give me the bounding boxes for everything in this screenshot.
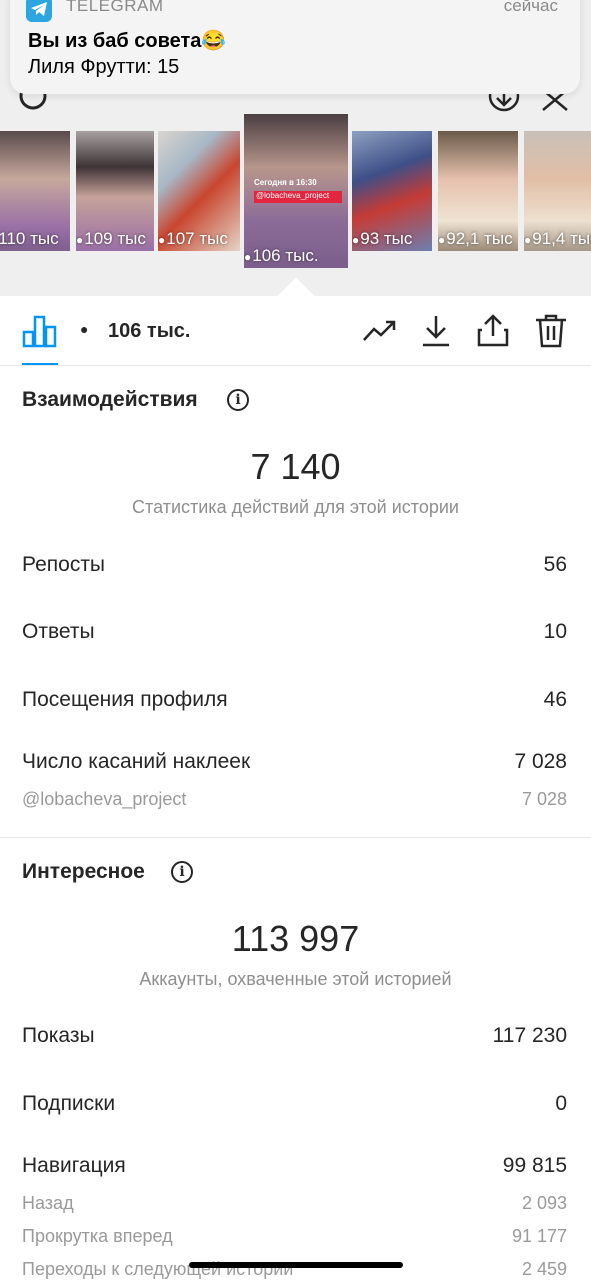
- thumbnail-views: ●106 тыс.: [244, 246, 319, 265]
- notification-app-name: TELEGRAM: [66, 0, 164, 15]
- stat-sublabel: Назад: [22, 1193, 74, 1213]
- story-thumbnail[interactable]: ●109 тыс: [76, 131, 154, 251]
- thumbnail-tag: @lobacheva_project: [254, 191, 342, 203]
- bar-chart-icon[interactable]: [22, 314, 58, 348]
- stat-label: Навигация: [22, 1154, 126, 1177]
- stat-row: Навигация 99 815: [22, 1154, 567, 1184]
- thumbnail-views: ●109 тыс: [76, 229, 146, 248]
- stat-label: Ответы: [22, 620, 95, 643]
- notification-time: сейчас: [503, 0, 558, 15]
- stat-row: Число касаний наклеек 7 028: [22, 750, 567, 780]
- interactions-caption: Статистика действий для этой истории: [132, 497, 459, 517]
- discovery-total: 113 997: [231, 918, 360, 959]
- stat-label: Число касаний наклеек: [22, 750, 251, 773]
- views-count: 106 тыс.: [108, 320, 191, 342]
- eye-icon: ●: [524, 233, 532, 247]
- stat-value: 56: [543, 553, 567, 576]
- thumbnail-caption: Сегодня в 16:30: [254, 178, 317, 187]
- stat-value: 117 230: [492, 1024, 567, 1047]
- story-thumbnail[interactable]: ●92,1 тыс: [438, 131, 518, 251]
- active-tab-underline: [22, 363, 58, 365]
- stat-row: Репосты 56: [22, 553, 567, 583]
- thumbnail-views: ●110 тыс: [0, 229, 59, 248]
- stat-label: Подписки: [22, 1092, 116, 1115]
- stat-sublabel: @lobacheva_project: [22, 789, 187, 809]
- stat-label: Посещения профиля: [22, 688, 228, 711]
- story-thumbnail[interactable]: ●110 тыс: [0, 131, 70, 251]
- story-thumbnails: ●110 тыс ●109 тыс ●107 тыс Сегодня в 16:…: [0, 114, 591, 271]
- home-indicator[interactable]: [189, 1262, 403, 1268]
- eye-icon: ●: [352, 233, 360, 247]
- notification-body: Лиля Фрутти: 15: [28, 56, 180, 78]
- eye-icon: ●: [438, 233, 446, 247]
- stat-subvalue: 2 459: [521, 1259, 567, 1279]
- info-icon[interactable]: i: [227, 389, 249, 411]
- discovery-title: Интересное: [22, 860, 145, 883]
- stat-subrow: Назад 2 093: [22, 1193, 567, 1223]
- stat-row: Ответы 10: [22, 620, 567, 650]
- thumbnail-views: ●93 тыс: [352, 229, 413, 248]
- stat-value: 10: [543, 620, 567, 643]
- discovery-caption: Аккаунты, охваченные этой историей: [139, 969, 452, 989]
- interactions-title: Взаимодействия: [22, 388, 198, 411]
- stat-label: Показы: [22, 1024, 95, 1047]
- eye-icon: ●: [158, 233, 166, 247]
- trend-icon[interactable]: [362, 314, 398, 348]
- section-divider: [0, 837, 591, 838]
- stat-row: Посещения профиля 46: [22, 688, 567, 718]
- story-thumbnail[interactable]: ●91,4 тыс: [524, 131, 591, 251]
- stat-subrow: @lobacheva_project 7 028: [22, 789, 567, 819]
- stat-subvalue: 91 177: [511, 1226, 567, 1246]
- story-thumbnail-selected[interactable]: Сегодня в 16:30 @lobacheva_project ●106 …: [244, 114, 348, 268]
- story-action-bar: ● 106 тыс.: [0, 296, 591, 366]
- download-icon[interactable]: [420, 314, 452, 348]
- stat-row: Подписки 0: [22, 1092, 567, 1122]
- stat-value: 7 028: [514, 750, 567, 773]
- share-icon[interactable]: [476, 314, 510, 348]
- telegram-icon: [26, 0, 52, 22]
- eye-icon: ●: [80, 321, 89, 337]
- thumbnail-views: ●91,4 тыс: [524, 229, 591, 248]
- story-thumbnail[interactable]: ●93 тыс: [352, 131, 432, 251]
- thumbnail-views: ●92,1 тыс: [438, 229, 513, 248]
- stat-value: 46: [543, 688, 567, 711]
- info-icon[interactable]: i: [171, 861, 193, 883]
- interactions-total: 7 140: [250, 446, 341, 487]
- stat-subrow: Прокрутка вперед 91 177: [22, 1226, 567, 1256]
- stat-sublabel: Прокрутка вперед: [22, 1226, 173, 1246]
- thumbnail-views: ●107 тыс: [158, 229, 228, 248]
- stat-row: Показы 117 230: [22, 1024, 567, 1054]
- eye-icon: ●: [76, 233, 84, 247]
- stat-subvalue: 7 028: [521, 789, 567, 809]
- stat-value: 99 815: [502, 1154, 567, 1177]
- telegram-notification[interactable]: TELEGRAM сейчас Вы из баб совета😂 Лиля Ф…: [10, 0, 580, 94]
- notification-title: Вы из баб совета😂: [28, 30, 227, 52]
- trash-icon[interactable]: [534, 314, 568, 348]
- stat-label: Репосты: [22, 553, 106, 576]
- story-thumbnail[interactable]: ●107 тыс: [158, 131, 240, 251]
- stat-subvalue: 2 093: [521, 1193, 567, 1213]
- stat-value: 0: [555, 1092, 567, 1115]
- eye-icon: ●: [244, 250, 252, 264]
